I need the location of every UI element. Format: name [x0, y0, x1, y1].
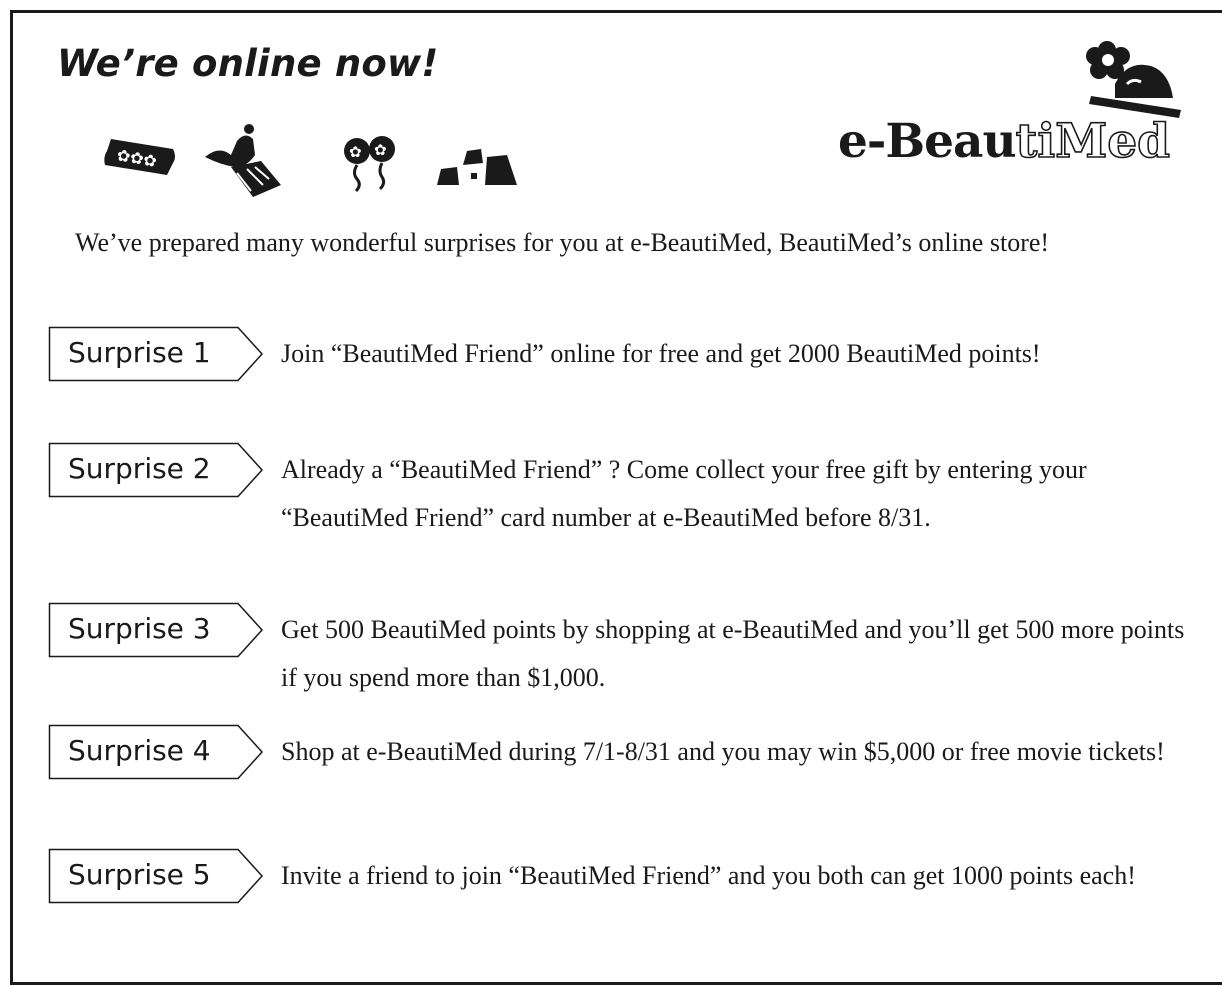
ticket-icon: ✿✿✿	[104, 139, 175, 175]
svg-text:✿: ✿	[349, 143, 362, 161]
surprise-tag: Surprise 3	[48, 602, 264, 658]
surprise-tag: Surprise 1	[48, 326, 264, 382]
logo-text-solid: e-Beau	[837, 114, 1017, 169]
surprise-label: Surprise 1	[68, 336, 211, 369]
surprise-text: Join “BeautiMed Friend” online for free …	[281, 339, 1041, 368]
logo-mark-icon	[1086, 41, 1181, 118]
surprise-label: Surprise 2	[68, 452, 211, 485]
surprise-tag: Surprise 5	[48, 848, 264, 904]
surprise-tag: Surprise 4	[48, 724, 264, 780]
surprise-text: Already a “BeautiMed Friend” ? Come coll…	[281, 455, 1087, 532]
blocks-icon	[437, 149, 517, 185]
surprise-tag: Surprise 2	[48, 442, 264, 498]
surprise-text: Invite a friend to join “BeautiMed Frien…	[281, 861, 1136, 890]
logo-text-outlined: tiMed	[1015, 114, 1171, 169]
surprise-label: Surprise 3	[68, 612, 211, 645]
svg-text:✿: ✿	[374, 141, 387, 159]
surprise-label: Surprise 4	[68, 734, 211, 767]
surprise-label: Surprise 5	[68, 858, 211, 891]
e-beautimed-logo: e-BeautiMed	[838, 117, 1171, 166]
surprise-text: Shop at e-BeautiMed during 7/1-8/31 and …	[281, 737, 1165, 766]
flower-balloons-icon: ✿ ✿	[344, 136, 395, 193]
surprise-text: Get 500 BeautiMed points by shopping at …	[281, 615, 1185, 692]
intro-text: We’ve prepared many wonderful surprises …	[75, 228, 1050, 257]
gift-bird-icon	[205, 124, 281, 197]
decorative-icons: ✿✿✿ ✿ ✿	[95, 117, 525, 197]
headline: We’re online now!	[57, 42, 439, 85]
